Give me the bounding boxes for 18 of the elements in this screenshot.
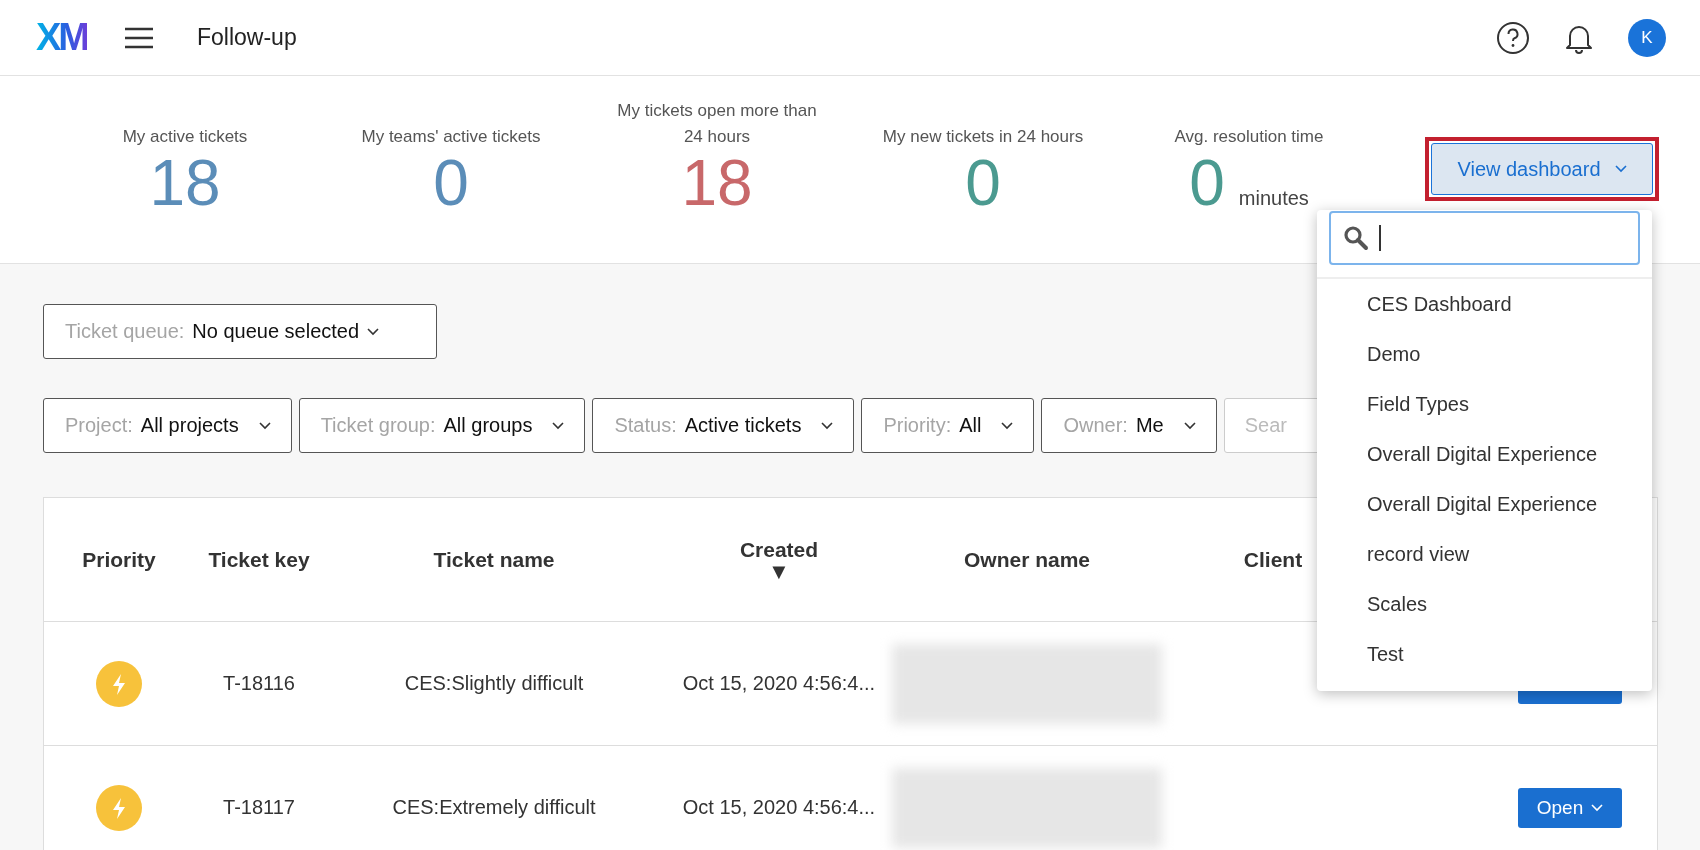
table-cell: CES:Extremely difficult — [392, 796, 596, 819]
stat-value: 0 — [965, 146, 1001, 221]
table-cell: Oct 15, 2020 4:56:4... — [682, 672, 876, 695]
stat-unit: minutes — [1238, 187, 1309, 210]
stat-label: My new tickets in 24 hours — [882, 126, 1084, 148]
stat-value: 0 — [1189, 146, 1225, 221]
stat-label: My active tickets — [122, 126, 248, 148]
stat-value: 18 — [149, 146, 221, 221]
stat-label: My teams' active tickets — [361, 126, 541, 148]
page-title: Follow-up — [197, 24, 297, 51]
stat-label: My tickets open more than 24 hours — [616, 100, 818, 148]
stat-value: 18 — [681, 146, 753, 221]
table-cell: Oct 15, 2020 4:56:4... — [682, 796, 876, 819]
stat-value: 0 — [433, 146, 469, 221]
table-cell: CES:Slightly difficult — [404, 672, 584, 695]
table-cell: T-18116 — [223, 672, 295, 695]
stat-label: Avg. resolution time — [1174, 126, 1324, 148]
table-cell: T-18117 — [223, 796, 295, 819]
